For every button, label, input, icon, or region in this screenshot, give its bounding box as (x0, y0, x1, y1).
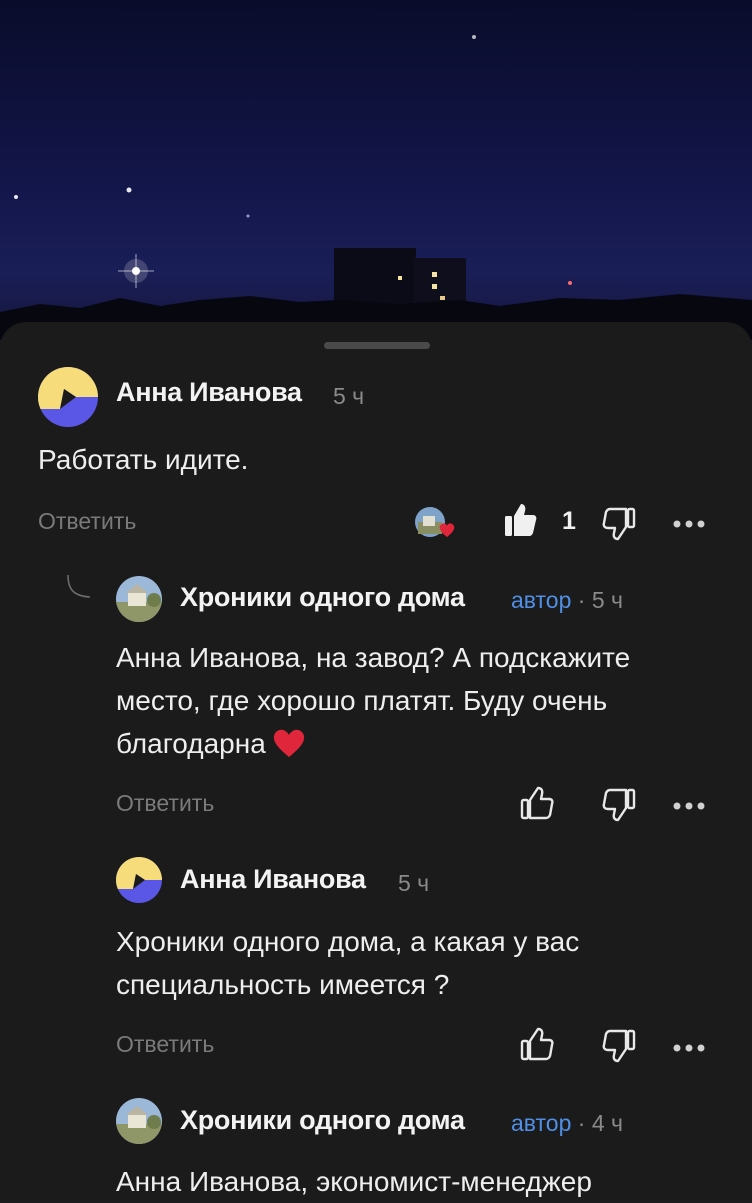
dislike-icon[interactable] (602, 1028, 636, 1064)
red-heart-icon (273, 729, 304, 757)
meta-separator: · (571, 1110, 592, 1136)
reply-button[interactable]: Ответить (38, 508, 136, 535)
comment-time: 5 ч (333, 383, 365, 409)
reply-button[interactable]: Ответить (116, 790, 214, 817)
yellow-purple-logo-avatar[interactable] (38, 367, 98, 427)
comment-text: Работать идите. (38, 444, 249, 475)
comment-time: 4 ч (591, 1110, 623, 1136)
comment-time: 5 ч (398, 870, 430, 896)
reply-button[interactable]: Ответить (116, 1031, 214, 1058)
comment-text: Анна Иванова, экономист-менеджер (116, 1166, 592, 1197)
comment-author[interactable]: Анна Иванова (180, 864, 366, 895)
author-badge: автор (511, 1110, 572, 1136)
dislike-icon[interactable] (602, 787, 636, 823)
more-options-icon[interactable] (672, 1040, 706, 1052)
comment-meta: автор · 4 ч (511, 1110, 623, 1137)
comment-author[interactable]: Анна Иванова (116, 377, 302, 408)
house-photo-avatar[interactable] (116, 1098, 162, 1144)
comment-time: 5 ч (591, 587, 623, 613)
author-liked-icon (414, 506, 458, 540)
house-photo-avatar[interactable] (116, 576, 162, 622)
sheet-drag-handle[interactable] (324, 342, 430, 349)
like-icon[interactable] (520, 785, 554, 821)
meta-separator: · (571, 587, 592, 613)
like-count: 1 (562, 507, 576, 535)
comment-meta: автор · 5 ч (511, 587, 623, 614)
comment-text: Хроники одного дома, а какая у вас специ… (116, 926, 580, 1000)
more-options-icon[interactable] (672, 516, 706, 528)
dislike-icon[interactable] (602, 506, 636, 542)
like-filled-icon[interactable] (503, 502, 537, 538)
thread-connector (66, 574, 92, 600)
comment-text: Анна Иванова, на завод? А подскажите мес… (116, 636, 716, 765)
night-sky-image (0, 35, 752, 340)
header-photo (0, 0, 752, 340)
more-options-icon[interactable] (672, 798, 706, 810)
yellow-purple-logo-avatar[interactable] (116, 857, 162, 903)
like-icon[interactable] (520, 1026, 554, 1062)
comment-author[interactable]: Хроники одного дома (180, 582, 465, 613)
author-badge: автор (511, 587, 572, 613)
comment-author[interactable]: Хроники одного дома (180, 1105, 465, 1136)
comment-text-body: Анна Иванова, на завод? А подскажите мес… (116, 642, 631, 759)
